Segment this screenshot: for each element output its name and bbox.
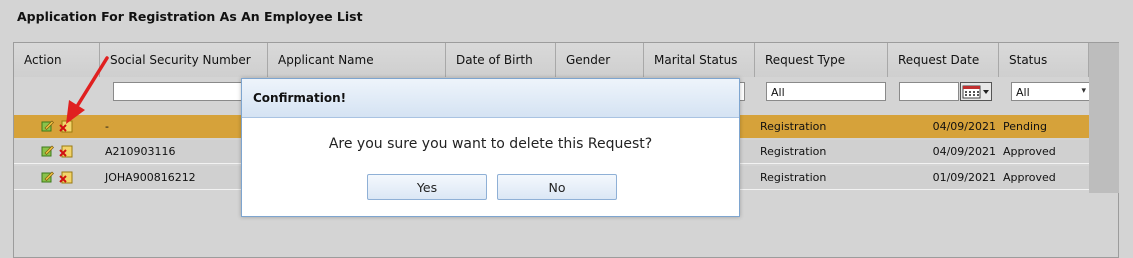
column-header-label: Applicant Name (278, 53, 374, 67)
column-header-label: Gender (566, 53, 611, 67)
column-header-label: Action (24, 53, 62, 67)
calendar-icon (962, 85, 989, 99)
column-header-status[interactable]: Status (999, 43, 1089, 77)
ssn-cell: A210903116 (105, 145, 176, 158)
row-actions (41, 169, 77, 185)
column-header-gender[interactable]: Gender (556, 43, 644, 77)
column-header-label: Request Date (898, 53, 980, 67)
calendar-button[interactable] (960, 82, 992, 101)
status-cell: Approved (1003, 171, 1056, 184)
status-cell: Approved (1003, 145, 1056, 158)
status-filter-select[interactable]: All ▾ (1011, 82, 1089, 101)
yes-button[interactable]: Yes (367, 174, 487, 200)
no-button[interactable]: No (497, 174, 617, 200)
column-header-dob[interactable]: Date of Birth (446, 43, 556, 77)
column-header-label: Request Type (765, 53, 846, 67)
request-type-filter-value: All (771, 86, 785, 99)
confirmation-dialog: Confirmation! Are you sure you want to d… (241, 78, 740, 217)
request-type-filter-select[interactable]: All (766, 82, 886, 101)
dialog-header: Confirmation! (242, 79, 739, 118)
request-type-cell: Registration (760, 120, 827, 133)
column-header-label: Social Security Number (110, 53, 251, 67)
row-actions (41, 143, 77, 159)
status-filter-value: All (1016, 86, 1030, 99)
request-date-cell: 01/09/2021 (932, 171, 996, 184)
edit-icon[interactable] (41, 144, 54, 157)
page-title: Application For Registration As An Emplo… (17, 9, 363, 24)
dialog-title: Confirmation! (253, 91, 347, 105)
delete-icon[interactable] (59, 170, 73, 184)
request-date-cell: 04/09/2021 (932, 120, 996, 133)
column-header-label: Date of Birth (456, 53, 533, 67)
column-header-marital-status[interactable]: Marital Status (644, 43, 755, 77)
column-header-request-date[interactable]: Request Date (888, 43, 999, 77)
annotation-arrow-icon (66, 56, 109, 124)
ssn-cell: JOHA900816212 (105, 171, 196, 184)
request-date-cell: 04/09/2021 (932, 145, 996, 158)
column-header-request-type[interactable]: Request Type (755, 43, 888, 77)
request-date-filter-input[interactable] (899, 82, 959, 101)
column-header-applicant-name[interactable]: Applicant Name (268, 43, 446, 77)
column-header-label: Status (1009, 53, 1048, 67)
edit-icon[interactable] (41, 170, 54, 183)
grid-scroll-area (1089, 43, 1119, 193)
request-type-cell: Registration (760, 171, 827, 184)
chevron-down-icon: ▾ (1081, 86, 1086, 96)
dialog-message: Are you sure you want to delete this Req… (328, 136, 653, 152)
ssn-filter-input[interactable] (113, 82, 253, 101)
column-header-label: Marital Status (654, 53, 738, 67)
delete-icon[interactable] (59, 144, 73, 158)
edit-icon[interactable] (41, 119, 54, 132)
status-cell: Pending (1003, 120, 1047, 133)
request-type-cell: Registration (760, 145, 827, 158)
column-header-ssn[interactable]: Social Security Number (100, 43, 268, 77)
